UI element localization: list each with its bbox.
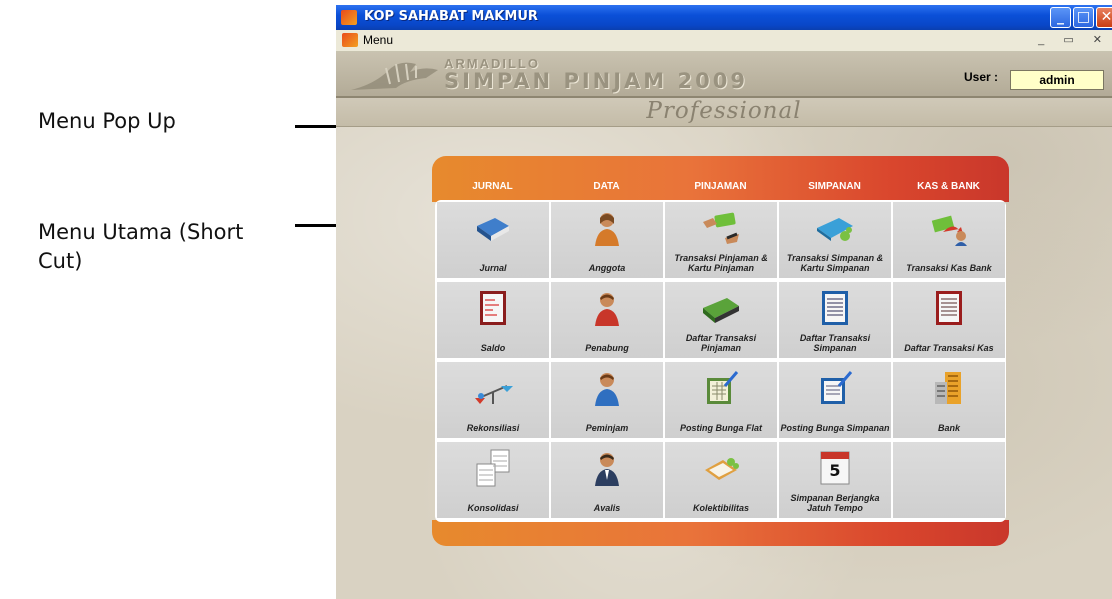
balance-scale-icon	[475, 385, 513, 404]
column-header-kas-bank: KAS & BANK	[917, 181, 980, 192]
person-icon	[595, 293, 619, 326]
annotation-menu-popup: Menu Pop Up	[38, 109, 176, 133]
shortcut-konsolidasi[interactable]: Konsolidasi	[437, 442, 549, 518]
money-handover-icon	[703, 212, 739, 244]
shortcut-simpanan-berjangka[interactable]: 5 Simpanan Berjangka Jatuh Tempo	[779, 442, 891, 518]
shortcut-jurnal[interactable]: Jurnal	[437, 202, 549, 278]
list-document-red-icon	[936, 291, 962, 325]
shortcut-label: Transaksi Kas Bank	[906, 263, 992, 273]
column-header-data: DATA	[593, 181, 620, 192]
edition-subtitle: Professional	[646, 98, 802, 124]
maximize-icon: □	[1076, 9, 1091, 25]
brand-name-large: SIMPAN PINJAM 2009	[444, 69, 748, 93]
businessman-icon	[595, 453, 619, 486]
shortcut-label: Transaksi Pinjaman & Kartu Pinjaman	[674, 253, 768, 273]
menu-item-menu[interactable]: Menu	[363, 33, 393, 47]
mdi-window-controls[interactable]: _ ▭ ✕	[1038, 33, 1110, 46]
shortcut-grid: Jurnal Anggota Transaksi Pinjaman & Kart…	[435, 200, 1006, 522]
shortcut-label: Kolektibilitas	[692, 503, 749, 513]
shortcut-label: Jurnal	[479, 263, 507, 273]
close-icon: ✕	[1100, 9, 1112, 25]
minimize-icon: _	[1057, 9, 1064, 25]
shortcut-label: Transaksi Simpanan & Kartu Simpanan	[786, 253, 884, 273]
subtitle-bar: Professional	[336, 98, 1112, 127]
minimize-button[interactable]: _	[1050, 7, 1071, 28]
shortcut-rekonsiliasi[interactable]: Rekonsiliasi	[437, 362, 549, 438]
shortcut-avalis[interactable]: Avalis	[551, 442, 663, 518]
app-logo-icon[interactable]	[341, 10, 357, 25]
shortcut-bank[interactable]: Bank	[893, 362, 1005, 438]
shortcut-posting-bunga-flat[interactable]: Posting Bunga Flat	[665, 362, 777, 438]
annotation-menu-utama: Menu Utama (Short Cut)	[38, 220, 244, 273]
shortcut-transaksi-pinjaman[interactable]: Transaksi Pinjaman & Kartu Pinjaman	[665, 202, 777, 278]
shortcut-transaksi-kas-bank[interactable]: Transaksi Kas Bank	[893, 202, 1005, 278]
shortcut-label: Simpanan Berjangka Jatuh Tempo	[790, 493, 880, 513]
shortcut-daftar-transaksi-kas[interactable]: Daftar Transaksi Kas	[893, 282, 1005, 358]
main-menu-panel: JURNAL DATA PINJAMAN SIMPANAN KAS & BANK…	[432, 156, 1009, 546]
list-document-icon	[822, 291, 848, 325]
app-content: ARMADILLO SIMPAN PINJAM 2009 User : admi…	[336, 52, 1112, 599]
shortcut-transaksi-simpanan[interactable]: Transaksi Simpanan & Kartu Simpanan	[779, 202, 891, 278]
posting-pen-icon	[707, 371, 739, 404]
clipboard-icon	[705, 458, 739, 480]
column-header-jurnal: JURNAL	[472, 181, 513, 192]
shortcut-saldo[interactable]: Saldo	[437, 282, 549, 358]
posting-pen-icon	[821, 371, 853, 404]
cash-transfer-icon	[931, 215, 967, 246]
close-button[interactable]: ✕	[1096, 7, 1112, 28]
app-window: KOP SAHABAT MAKMUR _ □ ✕ Menu _ ▭ ✕ ARMA…	[336, 5, 1112, 599]
loan-book-icon	[703, 298, 739, 323]
savings-card-icon	[817, 218, 853, 241]
user-field[interactable]: admin	[1010, 70, 1104, 90]
title-bar[interactable]: KOP SAHABAT MAKMUR _ □ ✕	[336, 5, 1112, 30]
shortcut-label: Saldo	[480, 343, 506, 353]
shortcut-posting-bunga-simpanan[interactable]: Posting Bunga Simpanan	[779, 362, 891, 438]
shortcut-penabung[interactable]: Penabung	[551, 282, 663, 358]
spreadsheets-icon	[476, 449, 510, 487]
shortcut-peminjam[interactable]: Peminjam	[551, 362, 663, 438]
shortcut-empty	[893, 442, 1005, 518]
ledger-icon	[480, 291, 506, 325]
shortcut-label: Daftar Transaksi Kas	[904, 343, 994, 353]
shortcut-label: Konsolidasi	[467, 503, 519, 513]
bank-building-icon	[935, 372, 961, 404]
panel-header: JURNAL DATA PINJAMAN SIMPANAN KAS & BANK	[432, 156, 1009, 202]
shortcut-label: Daftar Transaksi Simpanan	[799, 333, 871, 353]
shortcut-label: Posting Bunga Flat	[680, 423, 762, 433]
shortcut-label: Avalis	[593, 503, 621, 513]
column-header-simpanan: SIMPANAN	[808, 181, 861, 192]
shortcut-label: Rekonsiliasi	[466, 423, 520, 433]
shortcut-label: Penabung	[585, 343, 629, 353]
person-icon	[595, 213, 619, 246]
shortcut-kolektibilitas[interactable]: Kolektibilitas	[665, 442, 777, 518]
header-banner: ARMADILLO SIMPAN PINJAM 2009 User : admi…	[336, 52, 1112, 98]
maximize-button[interactable]: □	[1073, 7, 1094, 28]
person-icon	[595, 373, 619, 406]
column-header-pinjaman: PINJAMAN	[694, 181, 747, 192]
calendar-day: 5	[829, 461, 840, 480]
shortcut-label: Anggota	[588, 263, 626, 273]
book-icon	[477, 218, 509, 241]
menu-app-icon[interactable]	[342, 33, 358, 47]
shortcut-daftar-transaksi-pinjaman[interactable]: Daftar Transaksi Pinjaman	[665, 282, 777, 358]
user-label: User :	[964, 70, 999, 84]
shortcut-label: Peminjam	[585, 423, 629, 433]
armadillo-logo-icon	[351, 62, 438, 90]
window-title: KOP SAHABAT MAKMUR	[364, 9, 538, 24]
shortcut-label: Posting Bunga Simpanan	[780, 423, 890, 433]
calendar-icon: 5	[820, 451, 850, 485]
shortcut-label: Daftar Transaksi Pinjaman	[685, 333, 757, 353]
menu-bar: Menu _ ▭ ✕	[336, 30, 1112, 52]
panel-footer	[432, 520, 1009, 546]
shortcut-label: Bank	[937, 423, 960, 433]
shortcut-anggota[interactable]: Anggota	[551, 202, 663, 278]
shortcut-daftar-transaksi-simpanan[interactable]: Daftar Transaksi Simpanan	[779, 282, 891, 358]
